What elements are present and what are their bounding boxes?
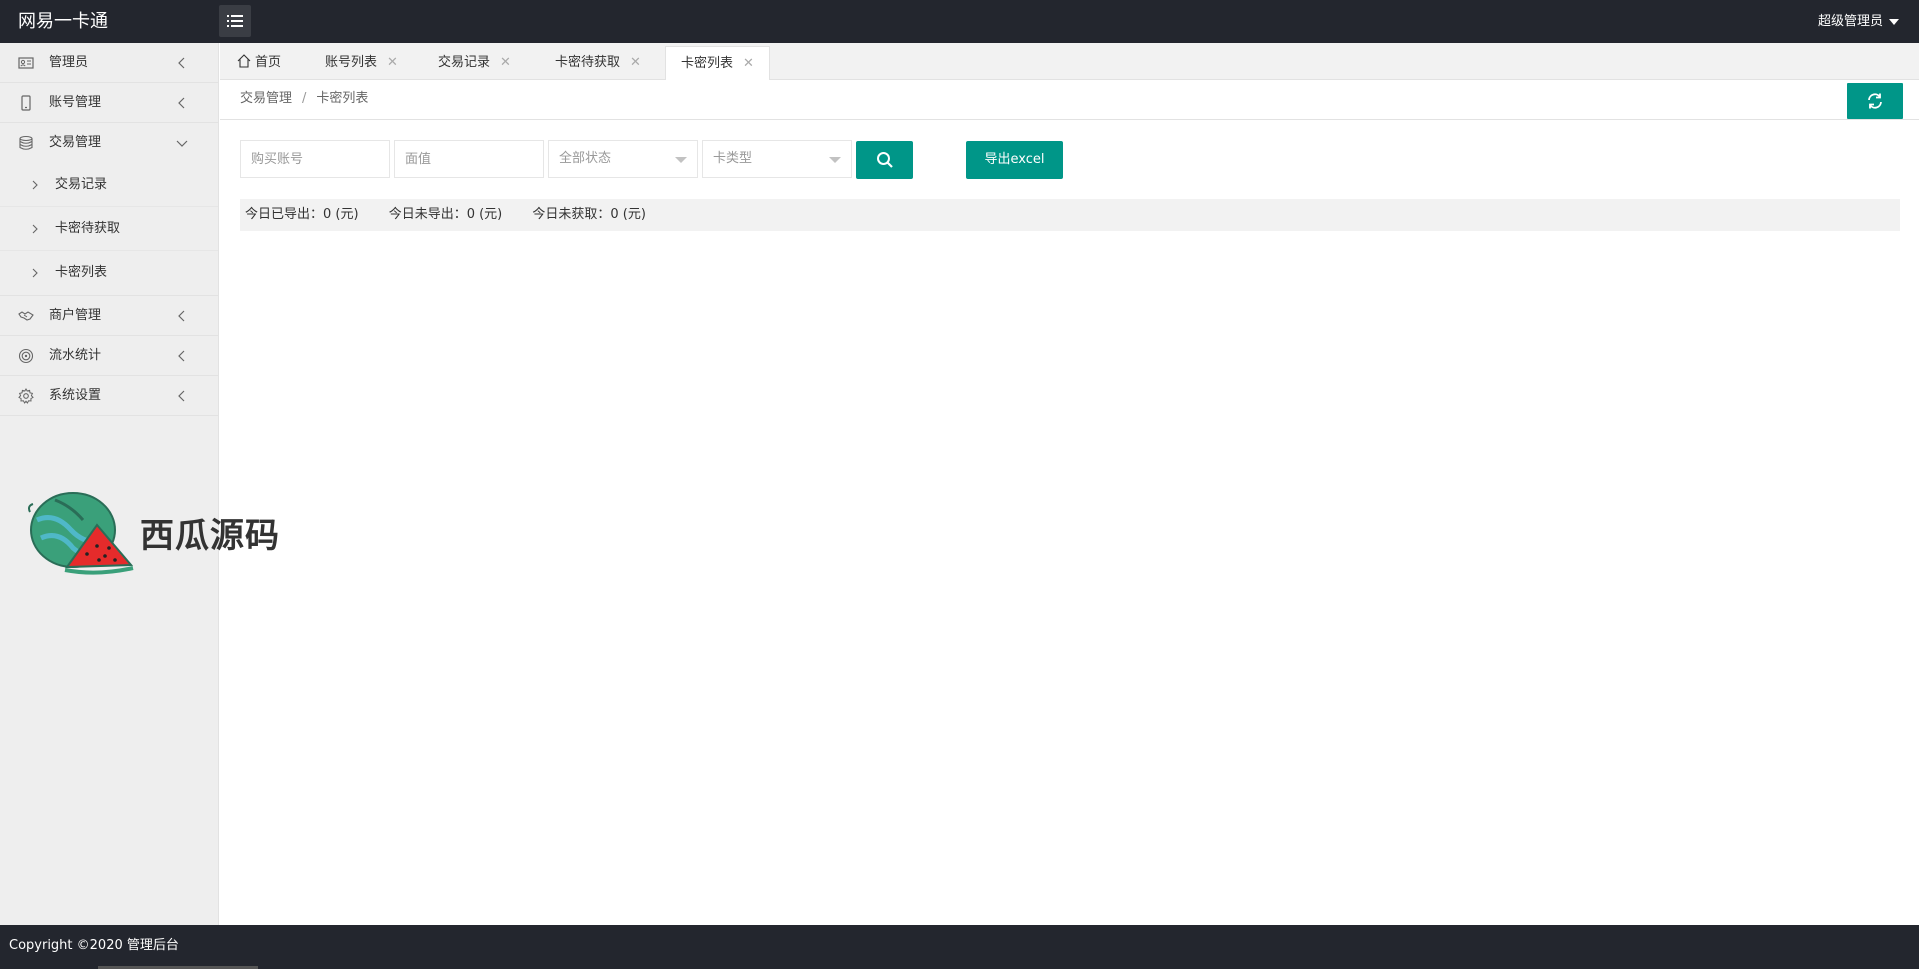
stat-not-exported-today: 今日未导出：0 (元): [388, 207, 503, 222]
tab-bar: 首页 账号列表 ✕ 交易记录 ✕ 卡密待获取 ✕ 卡密列表 ✕: [220, 43, 1919, 81]
sidebar-item-settings[interactable]: 系统设置: [0, 376, 218, 416]
caret-down-icon: [829, 157, 841, 163]
home-icon: [237, 54, 251, 68]
card-type-select-value: 卡类型: [713, 151, 753, 166]
footer-copyright: Copyright ©2020 管理后台: [9, 938, 179, 953]
user-menu[interactable]: 超级管理员: [1818, 0, 1899, 43]
top-bar: 网易一卡通 超级管理员: [0, 0, 1919, 43]
sidebar-item-label: 流水统计: [49, 348, 102, 363]
id-card-icon: [18, 57, 34, 69]
database-icon: [19, 135, 33, 150]
breadcrumb: 交易管理 / 卡密列表: [240, 80, 368, 118]
user-name: 超级管理员: [1817, 13, 1883, 29]
sidebar-item-label: 管理员: [49, 55, 89, 70]
sidebar-item-label: 系统设置: [49, 388, 102, 403]
watermelon-logo: [28, 492, 134, 575]
chevron-left-icon: [178, 350, 185, 362]
tab-label: 卡密待获取: [555, 55, 621, 70]
search-icon: [876, 152, 893, 168]
menu-toggle-button[interactable]: [219, 5, 251, 37]
tab-home[interactable]: 首页: [222, 46, 296, 80]
tab-label: 交易记录: [438, 55, 491, 70]
sidebar-subitem-label: 卡密待获取: [55, 221, 121, 236]
sidebar-subitem-label: 卡密列表: [55, 265, 108, 280]
stat-not-fetched-today: 今日未获取：0 (元): [532, 207, 646, 222]
refresh-icon: [1868, 93, 1882, 109]
tab-label: 账号列表: [325, 55, 378, 70]
close-icon[interactable]: ✕: [500, 55, 511, 70]
caret-down-icon: [675, 157, 687, 163]
caret-down-icon: [1889, 18, 1899, 25]
stats-bar: 今日已导出：0 (元) 今日未导出：0 (元) 今日未获取：0 (元): [240, 199, 1900, 231]
handshake-icon: [18, 311, 34, 321]
sidebar-group-transactions: 交易管理 交易记录 卡密待获取 卡密列表: [0, 123, 218, 296]
buyer-account-input[interactable]: [240, 140, 390, 178]
tab-label: 卡密列表: [681, 56, 734, 71]
list-icon: [227, 15, 243, 27]
watermark: 西瓜源码: [25, 490, 315, 575]
close-icon[interactable]: ✕: [387, 55, 398, 70]
filter-form: 全部状态 卡类型 导出excel: [240, 140, 1540, 179]
breadcrumb-parent[interactable]: 交易管理: [240, 91, 292, 106]
sidebar-item-admin[interactable]: 管理员: [0, 43, 218, 83]
chevron-down-icon: [176, 140, 188, 147]
gear-icon: [18, 388, 34, 404]
footer: Copyright ©2020 管理后台: [0, 925, 1919, 969]
tab-label: 首页: [255, 55, 282, 70]
phone-icon: [21, 95, 31, 111]
breadcrumb-current: 卡密列表: [316, 91, 369, 106]
status-select[interactable]: 全部状态: [548, 140, 698, 178]
sidebar-item-statistics[interactable]: 流水统计: [0, 336, 218, 376]
export-excel-button[interactable]: 导出excel: [966, 141, 1063, 179]
tab-transaction-records[interactable]: 交易记录 ✕: [423, 46, 526, 80]
status-select-value: 全部状态: [559, 151, 612, 166]
chevron-right-icon: [32, 180, 38, 190]
target-icon: [18, 348, 34, 364]
sidebar-item-accounts[interactable]: 账号管理: [0, 83, 218, 123]
sidebar-subitem-label: 交易记录: [55, 177, 108, 192]
sidebar-subitem-card-list[interactable]: 卡密列表: [0, 251, 218, 295]
face-value-input[interactable]: [394, 140, 544, 178]
tab-pending-cards[interactable]: 卡密待获取 ✕: [540, 46, 656, 80]
chevron-right-icon: [32, 224, 38, 234]
search-button[interactable]: [856, 141, 913, 179]
tab-account-list[interactable]: 账号列表 ✕: [310, 46, 413, 80]
sidebar: 管理员 账号管理 交易管理 交易记录 卡密待获取 卡密列表 商户管理 流水统计 …: [0, 43, 219, 925]
sidebar-item-label: 商户管理: [49, 308, 102, 323]
chevron-left-icon: [178, 390, 185, 402]
sidebar-item-transactions[interactable]: 交易管理: [0, 123, 218, 163]
sidebar-subitem-transaction-records[interactable]: 交易记录: [0, 163, 218, 207]
chevron-left-icon: [178, 97, 185, 109]
chevron-left-icon: [178, 57, 185, 69]
sidebar-subitem-pending-cards[interactable]: 卡密待获取: [0, 207, 218, 251]
close-icon[interactable]: ✕: [630, 55, 641, 70]
card-type-select[interactable]: 卡类型: [702, 140, 852, 178]
close-icon[interactable]: ✕: [743, 56, 754, 71]
tab-card-list[interactable]: 卡密列表 ✕: [665, 46, 770, 81]
sidebar-item-label: 账号管理: [49, 95, 102, 110]
breadcrumb-bar: 交易管理 / 卡密列表: [220, 80, 1919, 120]
breadcrumb-separator: /: [302, 91, 307, 106]
refresh-button[interactable]: [1847, 83, 1903, 119]
chevron-right-icon: [32, 268, 38, 278]
sidebar-item-merchants[interactable]: 商户管理: [0, 296, 218, 336]
watermark-text: 西瓜源码: [140, 516, 280, 556]
stat-exported-today: 今日已导出：0 (元): [245, 207, 359, 222]
sidebar-item-label: 交易管理: [49, 135, 102, 150]
chevron-left-icon: [178, 310, 185, 322]
app-logo[interactable]: 网易一卡通: [18, 0, 108, 43]
